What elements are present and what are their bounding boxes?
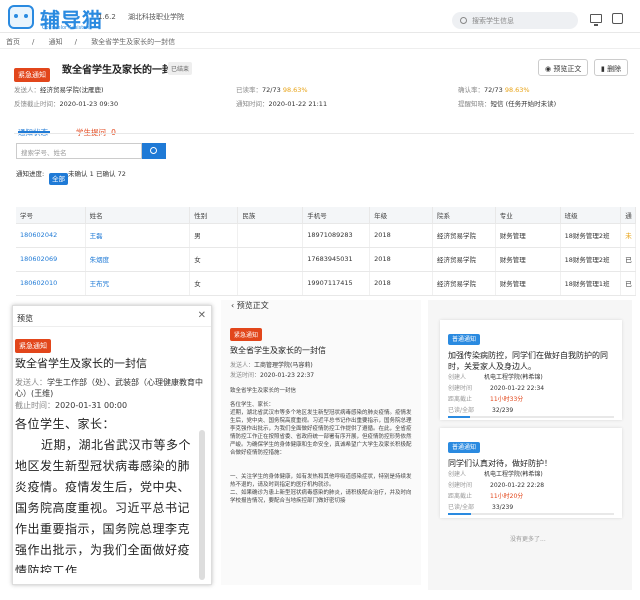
mobile-preview: ‹ 预览正文 紧急通知 致全省学生及家长的一封信 发送人：工商管理学院(马容莉)… bbox=[221, 300, 421, 585]
notice-card-title: 同学们认真对待，做好防护！ bbox=[448, 459, 552, 468]
deadline-info: 反馈截止时间：2020-01-23 09:30 bbox=[14, 100, 119, 108]
col-name[interactable]: 姓名 bbox=[85, 207, 191, 224]
remind-info: 提醒知晓：短信 (任务开始时未读) bbox=[458, 100, 557, 108]
mobile-header: ‹ 预览正文 bbox=[231, 301, 269, 310]
status-badge: 已结束 bbox=[168, 62, 193, 75]
student-search-input[interactable]: 搜索学生信息 bbox=[452, 12, 578, 29]
col-major[interactable]: 专业 bbox=[495, 207, 561, 224]
preview-notice-title: 致全省学生及家长的一封信 bbox=[15, 357, 147, 370]
notice-time: 通知时间：2020-01-22 21:11 bbox=[236, 100, 328, 108]
mobile-body-p3: 二、如果确诊为患上新型冠状病毒感染的肺炎，请积极配合治疗，并及时向学校报告情况，… bbox=[230, 490, 412, 504]
mobile-urgent-badge: 紧急通知 bbox=[221, 312, 421, 341]
mobile-greeting: 各位学生、家长： bbox=[230, 402, 275, 408]
col-dept[interactable]: 院系 bbox=[432, 207, 496, 224]
tab-questions[interactable]: 学生提问 0 bbox=[76, 120, 116, 139]
notice-card-title: 加强传染病防控，同学们在做好自我防护的同时，关爱家人及身边人。 bbox=[448, 351, 608, 371]
monitor-icon[interactable] bbox=[590, 14, 602, 26]
filter-unconfirmed[interactable]: 未确认 1 bbox=[68, 168, 94, 178]
table-row[interactable]: 180602042 王磊男 18971089283 2018 经济贸易学院 财务管理 18财… bbox=[16, 223, 636, 248]
scrollbar[interactable] bbox=[199, 430, 205, 580]
preview-greeting: 各位学生、家长： bbox=[15, 417, 116, 431]
close-icon[interactable]: ✕ bbox=[198, 310, 206, 321]
app-subtitle: Counselor Assistant bbox=[42, 25, 92, 31]
mobile-sender: 发送人：工商管理学院(马容莉) bbox=[230, 362, 313, 369]
col-class[interactable]: 班级 bbox=[560, 207, 622, 224]
delete-button[interactable]: ▮ 删除 bbox=[594, 59, 629, 76]
student-table: 学号 姓名 性别 民族 手机号 年级 院系 专业 班级 通 180602042 王… bbox=[16, 207, 636, 296]
mobile-body-heading: 致全省学生及家长的一封信 bbox=[230, 388, 297, 394]
student-filter-input[interactable]: 搜索学号、姓名 bbox=[16, 143, 142, 159]
table-header: 学号 姓名 性别 民族 手机号 年级 院系 专业 班级 通 bbox=[16, 207, 636, 224]
no-more-text: 没有更多了... bbox=[510, 536, 546, 543]
tab-status[interactable]: 通知状态 bbox=[18, 120, 48, 139]
urgent-badge: 紧急通知 bbox=[14, 62, 50, 82]
filter-confirmed[interactable]: 已确认 72 bbox=[96, 168, 126, 178]
preview-title: 预览 bbox=[13, 306, 211, 327]
search-icon bbox=[460, 17, 467, 24]
read-progress-bar bbox=[448, 416, 614, 418]
breadcrumb-home[interactable]: 首页 bbox=[6, 38, 20, 46]
preview-button[interactable]: ◉ 预览正文 bbox=[538, 59, 589, 76]
sender-info: 发送人：经济贸易学院(沈雁鹿) bbox=[14, 86, 104, 94]
mobile-body-p1: 近期，湖北省武汉市等多个地区发生新型冠状病毒感染的肺炎疫情。疫情发生后，党中央、… bbox=[230, 410, 412, 456]
preview-dialog: 预览 ✕ 紧急通知 致全省学生及家长的一封信 发送人：学生工作部（处）、武装部（… bbox=[12, 305, 212, 585]
notice-card[interactable]: 普通通知 加强传染病防控，同学们在做好自我防护的同时，关爱家人及身边人。 创建人… bbox=[440, 320, 622, 420]
confirm-rate: 确认率：72/73 98.63% bbox=[458, 86, 530, 94]
cat-logo-icon bbox=[8, 5, 34, 29]
preview-sender: 发送人：学生工作部（处）、武装部（心理健康教育中心）(王维) bbox=[15, 378, 203, 398]
read-progress-bar bbox=[448, 513, 614, 515]
filter-all[interactable]: 全部 bbox=[49, 166, 68, 185]
mobile-body-p2: 一、关注学生的身体健康，如有发热和其他呼吸道感染症状，特别是持续发热不退的，请及… bbox=[230, 474, 412, 488]
preview-deadline: 截止时间：2020-01-31 00:00 bbox=[15, 401, 128, 410]
preview-urgent-badge: 紧急通知 bbox=[13, 327, 211, 353]
notice-title: 致全省学生及家长的一封信 bbox=[62, 65, 182, 76]
breadcrumb-notices[interactable]: 通知 bbox=[49, 38, 63, 46]
progress-label: 通知进度: bbox=[16, 170, 45, 178]
mobile-time: 发送时间：2020-01-23 22:37 bbox=[230, 372, 315, 379]
col-gender[interactable]: 性别 bbox=[189, 207, 239, 224]
user-icon[interactable] bbox=[612, 13, 623, 24]
col-phone[interactable]: 手机号 bbox=[302, 207, 371, 224]
table-row[interactable]: 180602069 朱烟度女 17683945031 2018 经济贸易学院 财务管理 18… bbox=[16, 247, 636, 272]
mobile-notice-title: 致全省学生及家长的一封信 bbox=[230, 346, 326, 355]
search-button[interactable] bbox=[142, 143, 166, 159]
read-rate: 已读率：72/73 98.63% bbox=[236, 86, 308, 94]
divider bbox=[14, 133, 634, 134]
col-student-id[interactable]: 学号 bbox=[16, 207, 86, 224]
table-row[interactable]: 180602010 王布咒女 19907117415 2018 经济贸易学院 财务管理 18… bbox=[16, 271, 636, 296]
col-grade[interactable]: 年级 bbox=[369, 207, 433, 224]
breadcrumb-current: 致全省学生及家长的一封信 bbox=[91, 38, 176, 46]
search-icon bbox=[150, 147, 157, 154]
breadcrumb: 首页 / 通知 / 致全省学生及家长的一封信 bbox=[0, 33, 640, 49]
notice-card[interactable]: 普通通知 同学们认真对待，做好防护！ 创建人 机电工程学院(韩希锦) 创建时间 20… bbox=[440, 428, 622, 518]
col-ethnicity[interactable]: 民族 bbox=[237, 207, 304, 224]
col-status: 通 bbox=[620, 207, 636, 224]
app-version: 1.6.2 bbox=[98, 13, 116, 21]
school-name: 湖北科技职业学院 bbox=[128, 13, 184, 21]
preview-body: 近期，湖北省武汉市等多个地区发生新型冠状病毒感染的肺炎疫情。疫情发生后，党中央、… bbox=[15, 438, 192, 573]
